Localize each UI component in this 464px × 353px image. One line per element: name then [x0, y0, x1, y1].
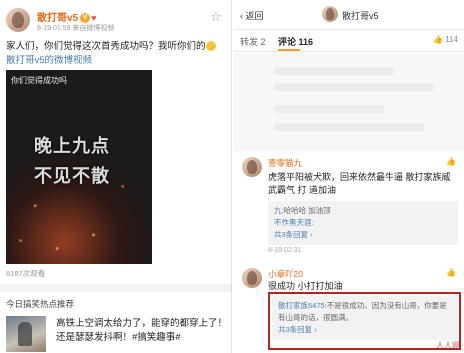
- like-icon[interactable]: 👍: [446, 268, 456, 277]
- star-icon[interactable]: ☆: [209, 10, 223, 24]
- blur-line: [274, 123, 424, 131]
- post-header: 散打哥v5 V ♥ 8-19 01:59 来自微博视频 ☆: [6, 6, 225, 36]
- tab-repost[interactable]: 转发 2: [240, 35, 266, 48]
- more-replies-link[interactable]: 共3条回复 ›: [278, 325, 317, 334]
- page-title: 散打哥v5: [342, 11, 379, 21]
- video-title-line1: 晚上九点: [34, 136, 110, 157]
- avatar[interactable]: [322, 6, 338, 22]
- like-icon[interactable]: 👍: [446, 157, 456, 166]
- section-divider: [0, 284, 231, 292]
- comment-username[interactable]: 壹零猫九: [268, 157, 302, 169]
- post-username[interactable]: 散打哥v5 V ♥: [37, 9, 96, 24]
- tab-indicator: [278, 49, 300, 51]
- post-body: 家人们，你们觉得这次首秀成功吗？我听你们的: [6, 41, 206, 52]
- comment-username[interactable]: 小章吖20: [268, 268, 303, 280]
- blur-line: [274, 105, 384, 113]
- heart-icon: ♥: [91, 13, 97, 24]
- comment-item: 小章吖20 👍 很成功 小打打加油 散打家族5475:不是很成功，因为没有山哥，…: [234, 262, 464, 353]
- reply-tail: 加油顶: [308, 206, 331, 215]
- reply-user[interactable]: 不作黑天涯:: [274, 218, 314, 227]
- post-meta: 8-19 01:59 来自微博视频: [37, 25, 115, 32]
- video-question: 你们觉得成功吗: [11, 76, 67, 85]
- post-text: 家人们，你们觉得这次首秀成功吗？我听你们的 散打哥v5的微博视频: [6, 40, 228, 68]
- video-link[interactable]: 散打哥v5的微博视频: [6, 55, 92, 66]
- back-button[interactable]: ‹ 返回: [240, 9, 264, 22]
- emoji-icon: [205, 41, 216, 52]
- likes-count: 114: [445, 35, 458, 44]
- verified-badge-icon: V: [80, 13, 91, 24]
- avatar[interactable]: [6, 8, 30, 32]
- watermark: 人人网: [436, 341, 460, 350]
- reply-box[interactable]: 散打家族5475:不是很成功，因为没有山哥，你要是有山哥的话，很圆满。 共3条回…: [272, 296, 457, 340]
- reply-user[interactable]: 散打家族5475:: [278, 301, 327, 310]
- comments-panel: ‹ 返回 散打哥v5 转发 2 评论 116 👍 114 壹零猫九 👍 虎落平阳…: [234, 0, 464, 353]
- reply-box[interactable]: 九:哈哈哈 加油顶 不作黑天涯: 共3条回复 ›: [268, 201, 458, 245]
- hot-item[interactable]: 高铁上空调太给力了，能穿的都穿上了！ 还是瑟瑟发抖啊！#搞笑趣事#: [6, 314, 228, 353]
- back-label[interactable]: 返回: [246, 11, 264, 21]
- reply-text: 哈哈哈: [283, 206, 307, 215]
- tab-comments[interactable]: 评论 116: [278, 35, 313, 48]
- avatar[interactable]: [242, 268, 262, 288]
- video-player[interactable]: 你们觉得成功吗 晚上九点 不见不散: [6, 70, 152, 264]
- avatar[interactable]: [242, 157, 262, 177]
- reply-user[interactable]: 九:: [274, 206, 284, 215]
- tab-bar: 转发 2 评论 116 👍 114: [234, 30, 464, 52]
- blur-line: [274, 67, 394, 75]
- view-count: 8187次观看: [6, 269, 46, 278]
- nav-bar: ‹ 返回 散打哥v5: [234, 0, 464, 30]
- comment-date: 8-19 02:31: [268, 247, 302, 254]
- weibo-post-panel: 散打哥v5 V ♥ 8-19 01:59 来自微博视频 ☆ 家人们，你们觉得这次首秀…: [0, 0, 232, 353]
- thumb-up-icon: 👍: [433, 35, 443, 44]
- blurred-comments: [234, 53, 464, 151]
- blur-line: [274, 83, 434, 91]
- video-title-line2: 不见不散: [34, 166, 110, 187]
- tab-likes[interactable]: 👍 114: [433, 35, 458, 44]
- comment-item: 壹零猫九 👍 虎落平阳被犬欺，回来依然最牛逼 散打家族威武霸气 打 道加油 九:…: [234, 151, 464, 261]
- hot-thumbnail[interactable]: [6, 316, 46, 352]
- hot-text[interactable]: 高铁上空调太给力了，能穿的都穿上了！ 还是瑟瑟发抖啊！#搞笑趣事#: [56, 317, 228, 345]
- comment-text: 虎落平阳被犬欺，回来依然最牛逼 散打家族威武霸气 打 道加油: [268, 172, 451, 195]
- hot-section-title: 今日搞笑热点推荐: [6, 299, 75, 309]
- more-replies-link[interactable]: 共3条回复 ›: [274, 230, 313, 239]
